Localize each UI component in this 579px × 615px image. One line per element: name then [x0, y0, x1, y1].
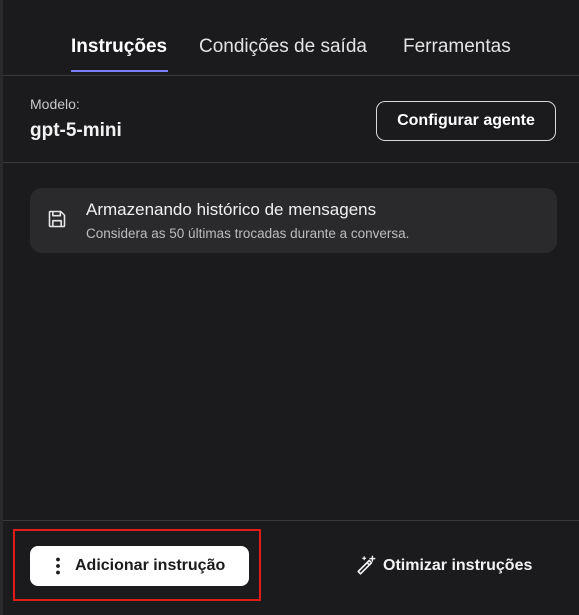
tab-condicoes-de-saida[interactable]: Condições de saída — [199, 36, 367, 58]
add-instruction-label: Adicionar instrução — [75, 557, 226, 574]
history-description: Considera as 50 últimas trocadas durante… — [86, 226, 410, 241]
magic-wand-icon — [357, 555, 376, 575]
optimize-instructions-button[interactable]: Otimizar instruções — [355, 554, 545, 580]
save-icon — [48, 210, 66, 228]
model-value: gpt-5-mini — [30, 120, 122, 141]
model-section: Modelo: gpt-5-mini Configurar agente — [3, 76, 579, 163]
configure-agent-button[interactable]: Configurar agente — [376, 101, 556, 141]
history-title: Armazenando histórico de mensagens — [86, 200, 377, 219]
add-instruction-button[interactable]: Adicionar instrução — [30, 546, 249, 586]
instructions-panel: Instruções Condições de saída Ferramenta… — [0, 0, 579, 615]
active-tab-indicator — [71, 70, 168, 72]
tab-ferramentas[interactable]: Ferramentas — [403, 36, 511, 58]
tab-instrucoes[interactable]: Instruções — [71, 36, 167, 58]
optimize-instructions-label: Otimizar instruções — [383, 557, 533, 574]
message-history-card: Armazenando histórico de mensagens Consi… — [30, 188, 557, 253]
footer-actions: Adicionar instrução Otimizar instruções — [3, 520, 579, 615]
more-vertical-icon — [56, 557, 60, 575]
tab-bar: Instruções Condições de saída Ferramenta… — [3, 0, 579, 76]
model-label: Modelo: — [30, 96, 80, 112]
